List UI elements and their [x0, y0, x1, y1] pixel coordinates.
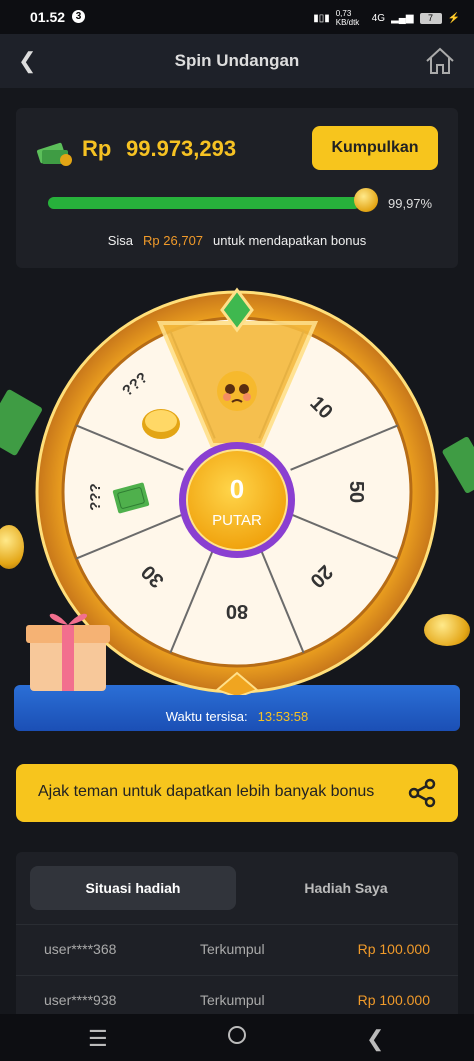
gift-box-icon [26, 613, 110, 691]
invite-friends-button[interactable]: Ajak teman untuk dapatkan lebih banyak b… [16, 764, 458, 822]
row-user: user****938 [44, 992, 117, 1008]
balance-card: Rp 99.973,293 Kumpulkan 99,97% Sisa Rp 26… [16, 108, 458, 268]
spin-button-label[interactable]: PUTAR [212, 512, 262, 529]
wheel-segment-label: 50 [345, 481, 367, 503]
remaining-suffix: untuk mendapatkan bonus [213, 233, 367, 248]
status-time: 01.52 [30, 9, 66, 25]
status-right: ▮▯▮ 0,73 KB/dtk 4G ▂▄▆ 7 ⚡ [313, 9, 460, 27]
invite-label: Ajak teman untuk dapatkan lebih banyak b… [38, 783, 375, 800]
coin-prize-icon [142, 409, 180, 439]
network-type: 4G [371, 12, 386, 24]
home-nav-icon[interactable] [226, 1024, 248, 1052]
history-row: user****368 Terkumpul Rp 100.000 [16, 925, 458, 975]
row-status: Terkumpul [200, 941, 265, 957]
charging-icon: ⚡ [447, 12, 460, 24]
system-nav-bar: ☰ ❮ [0, 1014, 474, 1061]
status-bar: 01.52 3 ▮▯▮ 0,73 KB/dtk 4G ▂▄▆ 7 ⚡ [0, 0, 474, 34]
collect-button[interactable]: Kumpulkan [312, 126, 438, 170]
coin-icon [354, 188, 378, 212]
net-speed: 0,73 KB/dtk [335, 9, 360, 27]
remaining-text: Sisa Rp 26,707 untuk mendapatkan bonus [16, 233, 458, 248]
spin-wheel-area: 10 50 20 80 30?????? 0 PUTAR Waktu tersisa: 1… [0, 285, 474, 735]
spin-wheel[interactable]: 1050208030?????? 0 PUTAR [0, 285, 474, 695]
tab-prize-situation[interactable]: Situasi hadiah [30, 866, 236, 910]
pleading-face-icon [217, 371, 257, 411]
progress-bar [48, 197, 360, 209]
timer-value: 13:53:58 [257, 709, 309, 724]
signal-icon: ▂▄▆ [391, 12, 414, 24]
remaining-prefix: Sisa [107, 233, 134, 248]
page-title: Spin Undangan [174, 51, 300, 70]
remaining-amount: Rp 26,707 [143, 233, 204, 248]
time-remaining: Waktu tersisa: 13:53:58 [0, 709, 474, 724]
progress-percent: 99,97% [388, 196, 433, 211]
prize-history-panel: Situasi hadiah Hadiah Saya user****368 T… [16, 852, 458, 1022]
progress-fill [48, 197, 360, 209]
spins-left: 0 [230, 474, 244, 504]
cash-icon [36, 138, 74, 173]
battery-icon: 7 [419, 12, 442, 24]
vibrate-icon: ▮▯▮ [313, 12, 330, 24]
tab-my-prizes[interactable]: Hadiah Saya [248, 866, 444, 910]
balance-amount: 99.973,293 [126, 136, 237, 161]
wheel-segment-label: ??? [87, 483, 104, 511]
recent-apps-icon[interactable]: ☰ [88, 1026, 108, 1052]
home-icon[interactable] [424, 46, 456, 81]
app-bar: ❮ Spin Undangan [0, 34, 474, 88]
share-icon [408, 778, 436, 813]
row-status: Terkumpul [200, 992, 265, 1008]
row-prize: Rp 100.000 [357, 992, 430, 1008]
currency-label: Rp [82, 136, 112, 161]
notification-count-badge: 3 [72, 10, 85, 23]
back-nav-icon[interactable]: ❮ [366, 1026, 384, 1052]
timer-label: Waktu tersisa: [165, 709, 248, 724]
row-user: user****368 [44, 941, 117, 957]
wheel-segment-label: 80 [226, 600, 248, 622]
row-prize: Rp 100.000 [357, 941, 430, 957]
